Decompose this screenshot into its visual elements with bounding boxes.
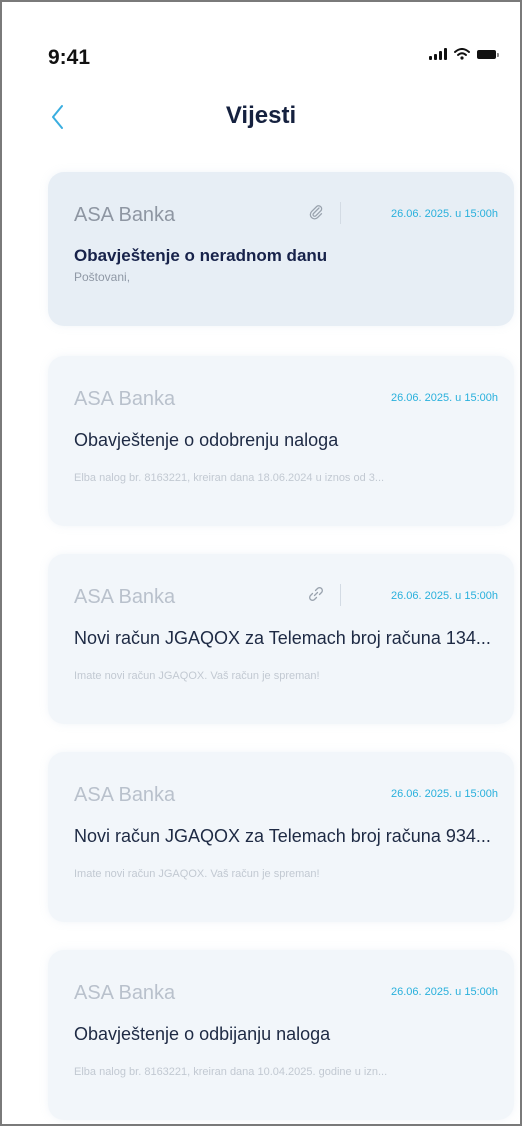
- news-title: Obavještenje o odbijanju naloga: [74, 1024, 331, 1044]
- news-sender: ASA Banka: [74, 204, 176, 226]
- news-date: 26.06. 2025. u 15:00h: [390, 788, 498, 800]
- battery-icon: [477, 49, 499, 59]
- news-title: Obavještenje o odobrenju naloga: [74, 430, 339, 450]
- news-preview: Imate novi račun JGAQOX. Vaš račun je sp…: [74, 670, 320, 682]
- news-preview: Imate novi račun JGAQOX. Vaš račun je sp…: [74, 868, 320, 880]
- news-item[interactable]: ASA Banka 26.06. 2025. u 15:00h Obavješt…: [48, 172, 514, 326]
- news-item[interactable]: ASA Banka 26.06. 2025. u 15:00h Novi rač…: [48, 554, 514, 724]
- page-title: Vijesti: [225, 102, 297, 129]
- news-item[interactable]: ASA Banka 26.06. 2025. u 15:00h Obavješt…: [48, 356, 514, 526]
- news-preview: Elba nalog br. 8163221, kreiran dana 18.…: [74, 472, 385, 484]
- news-title: Novi račun JGAQOX za Telemach broj račun…: [74, 826, 491, 846]
- news-sender: ASA Banka: [74, 784, 176, 806]
- status-icons: [429, 48, 499, 60]
- news-preview: Elba nalog br. 8163221, kreiran dana 10.…: [74, 1066, 388, 1078]
- news-date: 26.06. 2025. u 15:00h: [390, 590, 498, 602]
- news-sender: ASA Banka: [74, 388, 176, 410]
- news-item[interactable]: ASA Banka 26.06. 2025. u 15:00h Novi rač…: [48, 752, 514, 922]
- news-item[interactable]: ASA Banka 26.06. 2025. u 15:00h Obavješt…: [48, 950, 514, 1120]
- phone-screen: 9:41 Vijesti ASA Banka 26.06. 2025. u 15…: [0, 0, 522, 1126]
- signal-icon: [429, 48, 447, 60]
- news-list: ASA Banka 26.06. 2025. u 15:00h Obavješt…: [48, 172, 514, 1124]
- paperclip-icon: [309, 205, 323, 220]
- news-title: Novi račun JGAQOX za Telemach broj račun…: [74, 628, 491, 648]
- news-date: 26.06. 2025. u 15:00h: [390, 392, 498, 404]
- meta-divider: [340, 584, 341, 606]
- wifi-icon: [454, 48, 470, 60]
- news-sender: ASA Banka: [74, 586, 176, 608]
- news-date: 26.06. 2025. u 15:00h: [390, 208, 498, 220]
- news-sender: ASA Banka: [74, 982, 176, 1004]
- paperclip-icon: [309, 587, 323, 601]
- news-title: Obavještenje o neradnom danu: [74, 246, 328, 265]
- news-preview: Poštovani,: [74, 270, 131, 284]
- nav-bar: Vijesti: [2, 92, 520, 142]
- meta-divider: [340, 202, 341, 224]
- status-bar: 9:41: [2, 2, 520, 69]
- news-date: 26.06. 2025. u 15:00h: [390, 986, 498, 998]
- status-time: 9:41: [48, 46, 91, 69]
